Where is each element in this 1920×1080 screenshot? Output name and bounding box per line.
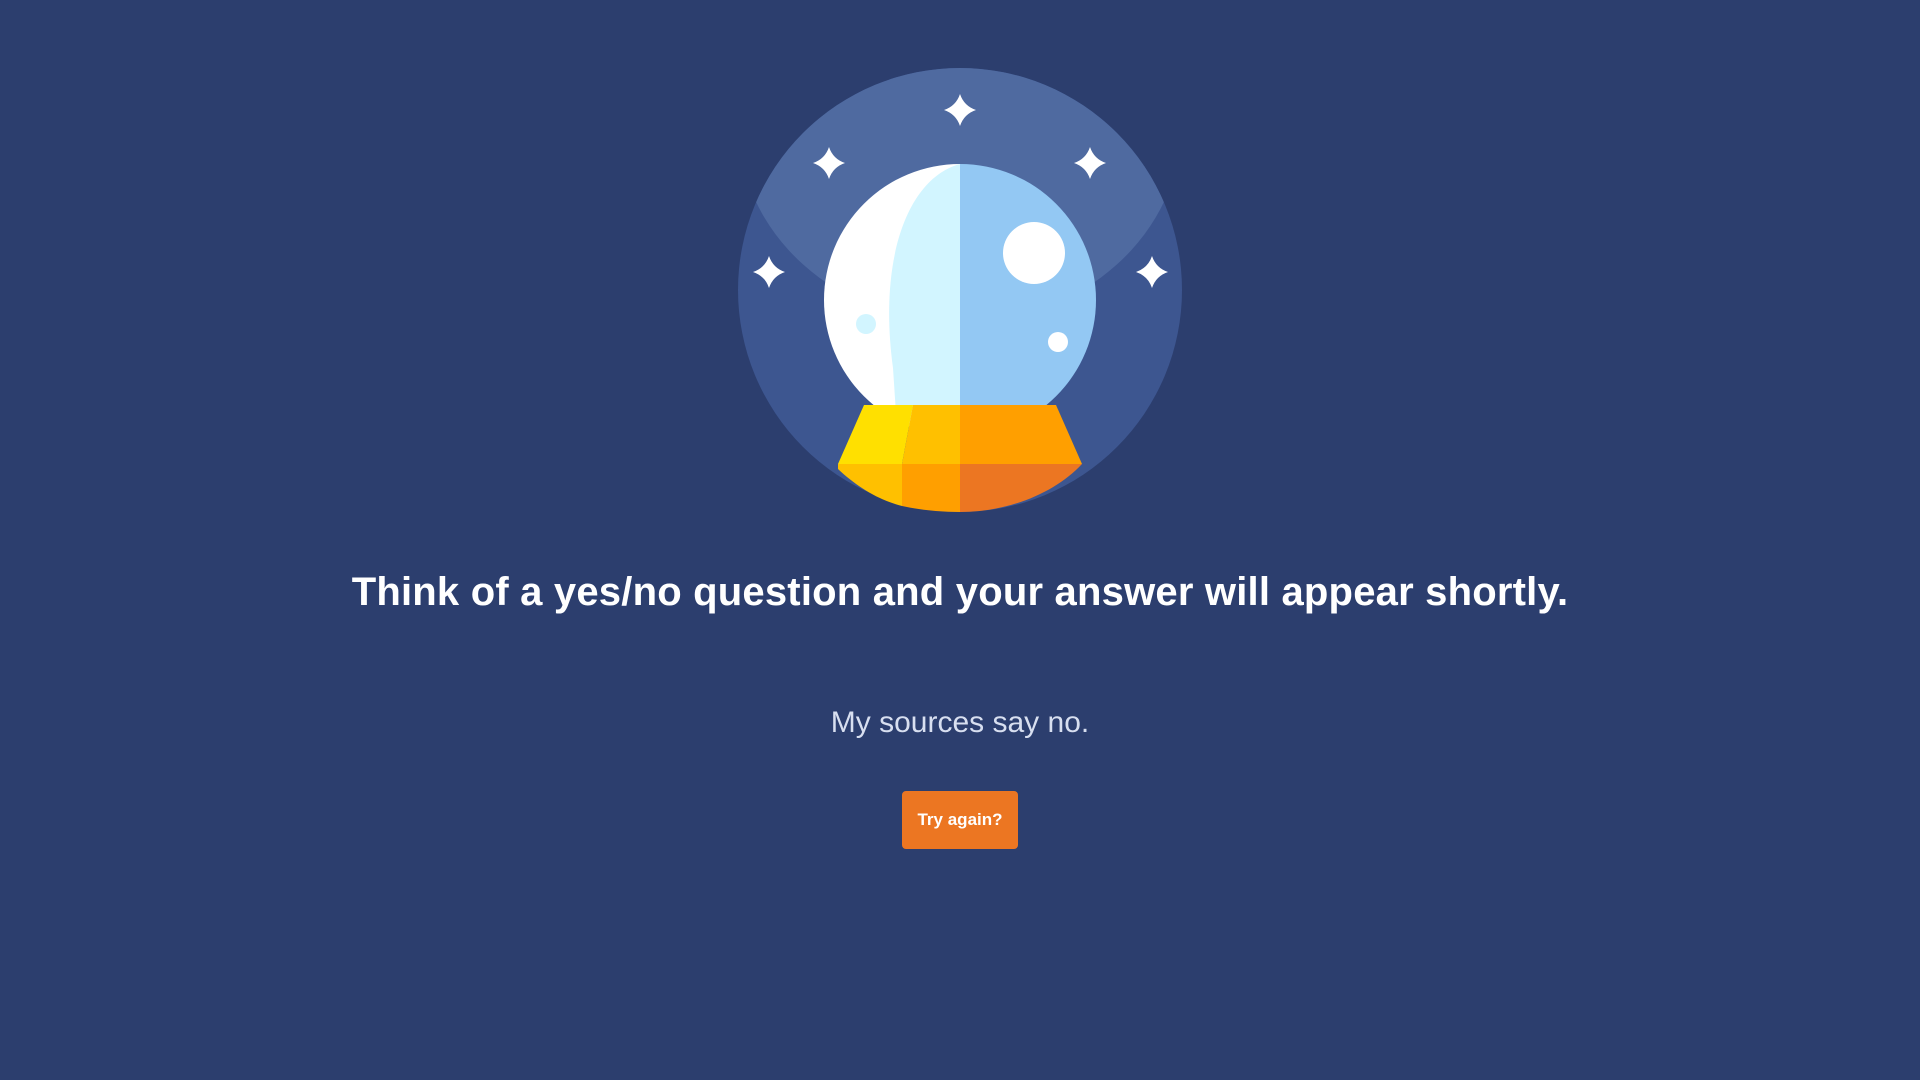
crystal-ball-icon <box>738 68 1182 512</box>
crystal-ball-stand <box>838 405 1082 512</box>
magic-8-ball-page: Think of a yes/no question and your answ… <box>0 0 1920 1080</box>
try-again-button[interactable]: Try again? <box>902 791 1018 849</box>
answer-text: My sources say no. <box>830 706 1090 739</box>
crystal-ball-illustration <box>738 68 1182 512</box>
prompt-headline: Think of a yes/no question and your answ… <box>351 570 1569 614</box>
